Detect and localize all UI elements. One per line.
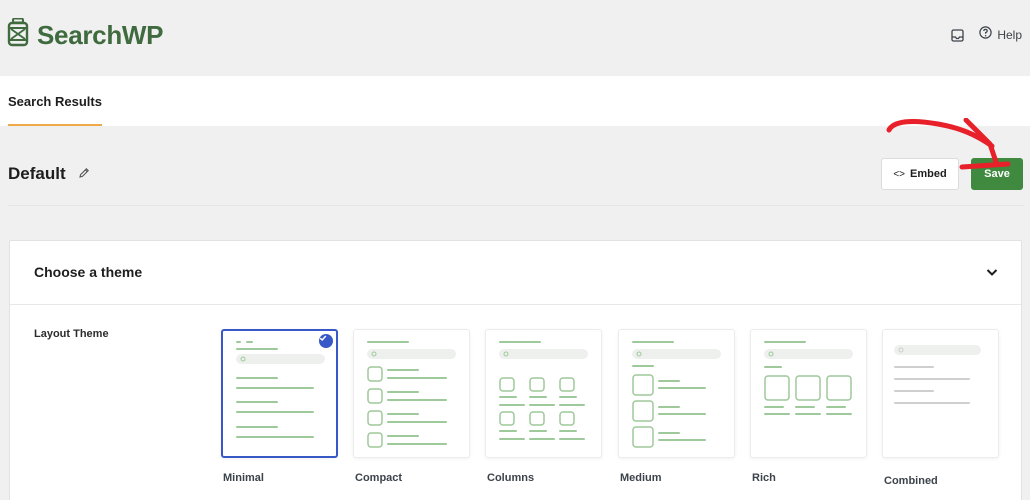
theme-label: Rich <box>752 472 776 484</box>
minimal-preview-icon <box>236 341 325 438</box>
theme-panel: Choose a theme Layout Theme Minimal Comp… <box>9 240 1022 500</box>
theme-panel-header[interactable]: Choose a theme <box>10 241 1021 305</box>
tab-label: Search Results <box>8 94 102 109</box>
theme-preview <box>485 329 602 458</box>
columns-preview-icon <box>499 341 588 440</box>
theme-label: Combined <box>884 475 938 487</box>
theme-preview <box>353 329 470 458</box>
rich-preview-icon <box>764 341 853 415</box>
active-tab-indicator <box>8 124 102 126</box>
theme-preview <box>750 329 867 458</box>
code-icon: <> <box>893 168 905 180</box>
theme-label: Columns <box>487 472 535 484</box>
save-button[interactable]: Save <box>971 158 1023 190</box>
medium-preview-icon <box>632 341 721 448</box>
theme-label: Compact <box>355 472 403 484</box>
inbox-icon[interactable] <box>949 27 965 43</box>
page-header: Default <> Embed Save <box>8 150 1024 206</box>
embed-button[interactable]: <> Embed <box>881 158 959 190</box>
theme-preview <box>221 329 338 458</box>
theme-preview <box>882 329 999 458</box>
selected-check-icon <box>319 334 333 348</box>
lantern-icon <box>7 17 29 53</box>
page-title: Default <box>8 164 66 183</box>
brand-name: SearchWP <box>37 20 164 50</box>
top-bar: SearchWP Help <box>0 0 1030 76</box>
help-button[interactable]: Help <box>979 26 1022 44</box>
tab-search-results[interactable]: Search Results <box>8 76 102 126</box>
theme-label: Medium <box>620 472 662 484</box>
searchwp-logo[interactable]: SearchWP <box>7 17 164 53</box>
layout-theme-label: Layout Theme <box>34 328 109 340</box>
embed-label: Embed <box>910 168 947 180</box>
compact-preview-icon <box>367 341 456 448</box>
question-circle-icon <box>979 26 993 44</box>
tab-bar: Search Results <box>0 76 1030 126</box>
help-label: Help <box>997 28 1022 42</box>
section-title: Choose a theme <box>34 264 143 280</box>
top-actions: Help <box>949 26 1022 44</box>
chevron-down-icon[interactable] <box>985 265 999 279</box>
theme-preview <box>618 329 735 458</box>
combined-preview-icon <box>894 345 981 404</box>
pencil-icon[interactable] <box>78 166 92 180</box>
theme-label: Minimal <box>223 472 264 484</box>
